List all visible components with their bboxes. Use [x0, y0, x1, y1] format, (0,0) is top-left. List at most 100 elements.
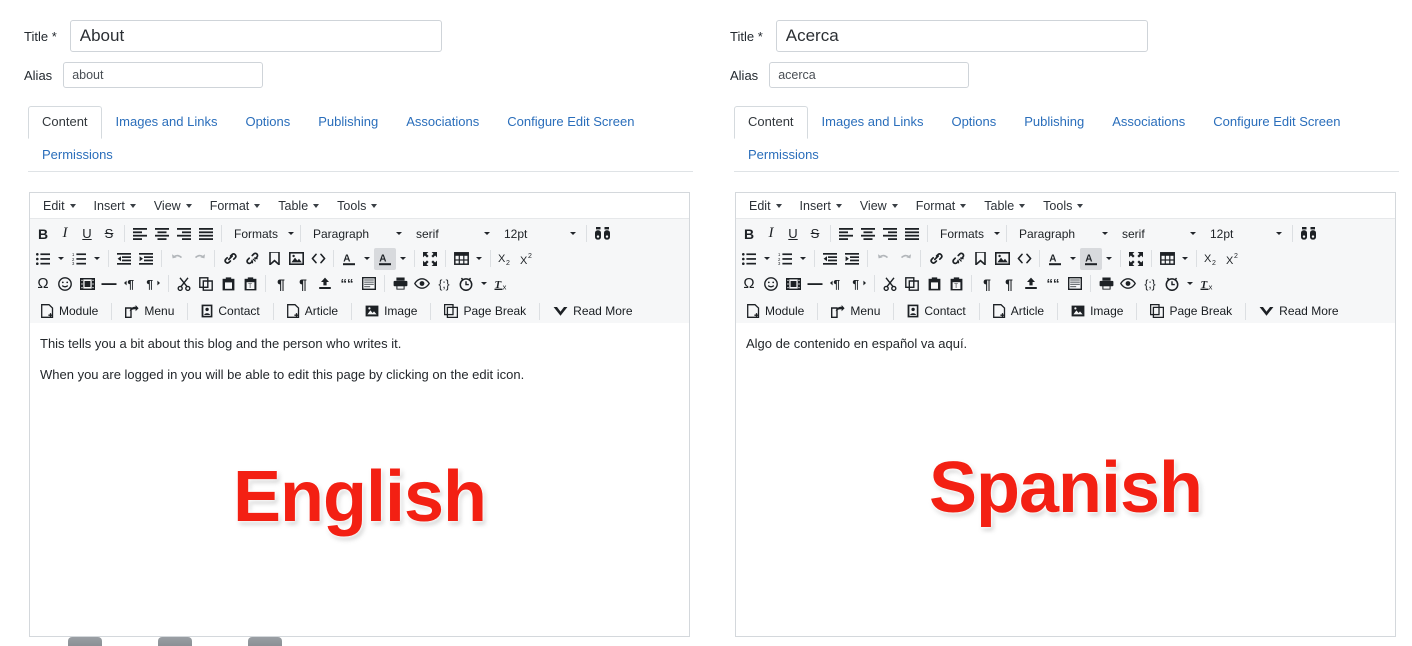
- rtl-icon[interactable]: ¶: [848, 273, 870, 295]
- subscript-icon[interactable]: X2: [1201, 248, 1223, 270]
- numbered-list-button[interactable]: 123: [774, 248, 796, 270]
- tab-configure-edit-screen[interactable]: Configure Edit Screen: [1199, 106, 1354, 139]
- redo-icon[interactable]: [894, 248, 916, 270]
- align-right-button[interactable]: [173, 223, 195, 245]
- editor-action-button[interactable]: [248, 637, 282, 646]
- insert-media-icon[interactable]: [782, 273, 804, 295]
- template-icon[interactable]: [358, 273, 380, 295]
- table-dropdown[interactable]: [1178, 248, 1192, 270]
- menu-view[interactable]: View: [145, 197, 201, 215]
- remove-format-icon[interactable]: Tx: [1197, 273, 1219, 295]
- menu-edit[interactable]: Edit: [740, 197, 791, 215]
- ltr-icon[interactable]: ¶: [826, 273, 848, 295]
- insert-image-button[interactable]: Image: [1062, 300, 1132, 322]
- text-color-icon[interactable]: A: [1044, 248, 1066, 270]
- background-color-dropdown[interactable]: [1102, 248, 1116, 270]
- numbered-list-dropdown[interactable]: [796, 248, 810, 270]
- font-family-select[interactable]: serif: [1114, 223, 1202, 245]
- insert-datetime-dropdown[interactable]: [477, 273, 491, 295]
- tab-options[interactable]: Options: [231, 106, 304, 139]
- menu-table[interactable]: Table: [975, 197, 1034, 215]
- blockquote-icon[interactable]: ““: [336, 273, 358, 295]
- source-code-icon[interactable]: [1013, 248, 1035, 270]
- menu-insert[interactable]: Insert: [791, 197, 851, 215]
- redo-icon[interactable]: [188, 248, 210, 270]
- tab-publishing[interactable]: Publishing: [1010, 106, 1098, 139]
- superscript-icon[interactable]: X2: [1223, 248, 1245, 270]
- text-color-icon[interactable]: A: [338, 248, 360, 270]
- insert-file-icon[interactable]: [314, 273, 336, 295]
- background-color-dropdown[interactable]: [396, 248, 410, 270]
- link-icon[interactable]: [219, 248, 241, 270]
- title-input[interactable]: [775, 20, 1148, 52]
- align-center-button[interactable]: [151, 223, 173, 245]
- menu-tools[interactable]: Tools: [1034, 197, 1092, 215]
- bullet-list-dropdown[interactable]: [54, 248, 68, 270]
- font-size-select[interactable]: 12pt: [1202, 223, 1288, 245]
- italic-button[interactable]: I: [760, 223, 782, 245]
- insert-image-icon[interactable]: [991, 248, 1013, 270]
- menu-view[interactable]: View: [851, 197, 907, 215]
- menu-edit[interactable]: Edit: [34, 197, 85, 215]
- insert-module-button[interactable]: Module: [738, 300, 813, 322]
- align-justify-button[interactable]: [901, 223, 923, 245]
- fullscreen-icon[interactable]: [1125, 248, 1147, 270]
- insert-datetime-dropdown[interactable]: [1183, 273, 1197, 295]
- unlink-icon[interactable]: [241, 248, 263, 270]
- horizontal-rule-icon[interactable]: [98, 273, 120, 295]
- bold-button[interactable]: B: [738, 223, 760, 245]
- paste-text-icon[interactable]: T: [239, 273, 261, 295]
- paragraph-mark-icon[interactable]: ¶: [292, 273, 314, 295]
- insert-article-button[interactable]: Article: [278, 300, 347, 322]
- menu-insert[interactable]: Insert: [85, 197, 145, 215]
- undo-icon[interactable]: [872, 248, 894, 270]
- code-sample-icon[interactable]: {;}: [1139, 273, 1161, 295]
- indent-button[interactable]: [135, 248, 157, 270]
- align-justify-button[interactable]: [195, 223, 217, 245]
- italic-button[interactable]: I: [54, 223, 76, 245]
- print-icon[interactable]: [1095, 273, 1117, 295]
- emoticon-icon[interactable]: [54, 273, 76, 295]
- preview-icon[interactable]: [411, 273, 433, 295]
- fullscreen-icon[interactable]: [419, 248, 441, 270]
- title-input[interactable]: [69, 20, 442, 52]
- tab-permissions[interactable]: Permissions: [28, 139, 127, 172]
- tab-content[interactable]: Content: [734, 106, 808, 139]
- formats-select[interactable]: Formats: [932, 223, 1002, 245]
- unlink-icon[interactable]: [947, 248, 969, 270]
- block-format-select[interactable]: Paragraph: [305, 223, 408, 245]
- menu-table[interactable]: Table: [269, 197, 328, 215]
- paste-text-icon[interactable]: T: [945, 273, 967, 295]
- tab-associations[interactable]: Associations: [1098, 106, 1199, 139]
- search-replace-icon[interactable]: [1297, 223, 1319, 245]
- cut-icon[interactable]: [173, 273, 195, 295]
- anchor-icon[interactable]: [263, 248, 285, 270]
- copy-icon[interactable]: [901, 273, 923, 295]
- outdent-button[interactable]: [819, 248, 841, 270]
- menu-tools[interactable]: Tools: [328, 197, 386, 215]
- insert-page-break-button[interactable]: Page Break: [1141, 300, 1241, 322]
- tab-images-and-links[interactable]: Images and Links: [102, 106, 232, 139]
- formats-select[interactable]: Formats: [226, 223, 296, 245]
- paragraph-mark-icon[interactable]: ¶: [998, 273, 1020, 295]
- insert-menu-button[interactable]: Menu: [822, 300, 889, 322]
- menu-format[interactable]: Format: [907, 197, 976, 215]
- paste-icon[interactable]: [923, 273, 945, 295]
- align-left-button[interactable]: [129, 223, 151, 245]
- remove-format-icon[interactable]: Tx: [491, 273, 513, 295]
- insert-contact-button[interactable]: Contact: [192, 300, 268, 322]
- rtl-icon[interactable]: ¶: [142, 273, 164, 295]
- tab-content[interactable]: Content: [28, 106, 102, 139]
- emoticon-icon[interactable]: [760, 273, 782, 295]
- alias-input[interactable]: [63, 62, 264, 88]
- preview-icon[interactable]: [1117, 273, 1139, 295]
- print-icon[interactable]: [389, 273, 411, 295]
- show-blocks-icon[interactable]: ¶: [976, 273, 998, 295]
- editor-action-button[interactable]: [68, 637, 102, 646]
- superscript-icon[interactable]: X2: [517, 248, 539, 270]
- insert-file-icon[interactable]: [1020, 273, 1042, 295]
- align-right-button[interactable]: [879, 223, 901, 245]
- insert-image-button[interactable]: Image: [356, 300, 426, 322]
- bullet-list-dropdown[interactable]: [760, 248, 774, 270]
- template-icon[interactable]: [1064, 273, 1086, 295]
